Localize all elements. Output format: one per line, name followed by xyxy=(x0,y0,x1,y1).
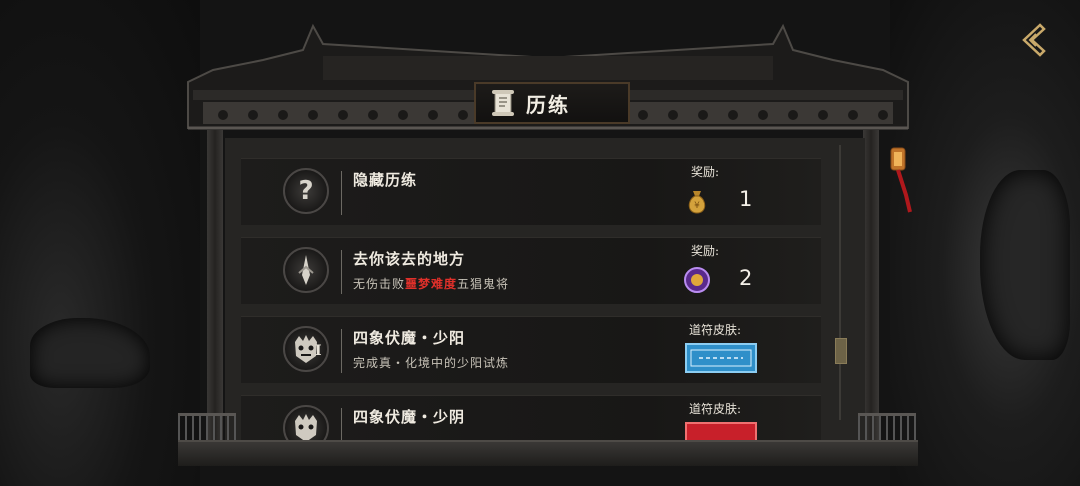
demon-mask-icon xyxy=(283,326,329,372)
reward-label: 道符皮肤: xyxy=(689,323,742,337)
title-plaque: 历练 xyxy=(474,82,630,124)
reward-count: 2 xyxy=(739,266,753,290)
scrollbar-track[interactable] xyxy=(839,145,841,420)
achievement-list[interactable]: ? 隐藏历练 奖励: ¥ 1 去你该去的地方 无伤击败噩梦难度五猖鬼将 奖励: xyxy=(225,138,865,448)
lantern-icon xyxy=(890,147,912,213)
back-arrow-icon xyxy=(1022,23,1046,57)
achievement-title: 去你该去的地方 xyxy=(353,250,466,268)
divider xyxy=(341,250,342,294)
achievement-row[interactable]: ? 隐藏历练 奖励: ¥ 1 xyxy=(241,158,821,225)
talisman-skin-card[interactable] xyxy=(685,343,757,373)
achievement-row[interactable]: I 四象伏魔・少阳 完成真・化境中的少阳试炼 道符皮肤: xyxy=(241,316,821,383)
spear-icon xyxy=(283,247,329,293)
achievement-title: 四象伏魔・少阴 xyxy=(353,408,466,426)
reward-count: 1 xyxy=(739,187,753,211)
back-button[interactable] xyxy=(1016,20,1056,60)
pillar-right xyxy=(863,130,879,460)
achievement-title: 四象伏魔・少阳 xyxy=(353,329,466,347)
achievement-description: 完成真・化境中的少阳试炼 xyxy=(353,356,510,370)
rock-decoration xyxy=(980,170,1070,360)
difficulty-highlight: 噩梦难度 xyxy=(405,277,458,291)
purple-coin-icon[interactable] xyxy=(683,266,711,294)
page-title: 历练 xyxy=(526,92,570,117)
money-bag-icon[interactable]: ¥ xyxy=(683,187,711,215)
achievement-title: 隐藏历练 xyxy=(353,171,418,189)
question-icon: ? xyxy=(283,168,329,214)
divider xyxy=(341,171,342,215)
background-left xyxy=(0,0,200,486)
scrollbar-thumb[interactable] xyxy=(835,338,847,364)
pavilion-base xyxy=(178,440,918,466)
achievement-row[interactable]: 去你该去的地方 无伤击败噩梦难度五猖鬼将 奖励: 2 xyxy=(241,237,821,304)
reward-label: 道符皮肤: xyxy=(689,402,742,416)
scroll-icon xyxy=(492,90,514,116)
reward-label: 奖励: xyxy=(691,165,720,179)
achievement-description: 无伤击败噩梦难度五猖鬼将 xyxy=(353,277,510,291)
tier-numeral: I xyxy=(315,343,322,359)
pillar-left xyxy=(207,130,223,460)
reward-label: 奖励: xyxy=(691,244,720,258)
svg-text:¥: ¥ xyxy=(694,201,700,211)
divider xyxy=(341,329,342,373)
